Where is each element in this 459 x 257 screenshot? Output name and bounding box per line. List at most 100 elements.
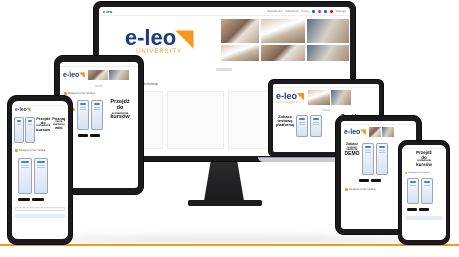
tablet-section-title: Dostępne przez Infolinię xyxy=(60,89,138,98)
tablet-hero-logo-block: e-leo◥ xyxy=(63,72,85,79)
google-play-button[interactable] xyxy=(407,207,417,211)
phone-mockup-image xyxy=(25,117,35,143)
laptop-hero: e-leo◥ UNIVERSITY xyxy=(273,88,379,107)
phone-wiki-promo[interactable]: Poznaj naszą skarbnicę wiki xyxy=(52,116,67,143)
collage-photo xyxy=(307,45,349,61)
promo-text: kursów xyxy=(36,127,51,132)
phone-mockup-image xyxy=(362,143,374,175)
monitor-pagination xyxy=(216,68,232,71)
collage-photo xyxy=(307,19,349,43)
phone-r-store-buttons xyxy=(402,206,446,213)
google-play-button[interactable] xyxy=(18,198,30,201)
monitor-nav-logo[interactable]: e-leo xyxy=(103,9,112,14)
promo-text: platformę xyxy=(276,122,295,128)
google-play-button[interactable] xyxy=(359,179,369,182)
tablet-courses-promo[interactable]: Przejdź do zestawienia kursów xyxy=(105,99,135,130)
collage-photo xyxy=(87,70,108,80)
phone-mockup-image xyxy=(407,177,419,204)
tablet-r-demo-promo[interactable]: Zobacz testową platformę DEMO xyxy=(344,142,360,175)
laptop-logo-text: e-leo xyxy=(276,90,298,101)
tablet-section-title-text: Dostępne przez Infolinię xyxy=(68,92,95,95)
phone-mockup-image xyxy=(421,177,433,204)
phone-mockup-image xyxy=(310,115,322,137)
tablet-r-logo-text: e-leo xyxy=(344,128,361,136)
collage-photo xyxy=(261,19,305,43)
monitor-stand xyxy=(203,162,245,202)
monitor-nav-item[interactable]: Kursy xyxy=(301,9,309,13)
phone-r-courses-promo[interactable]: Przejdź do zestawienia kursów xyxy=(404,150,444,168)
phone-r-mock-row xyxy=(402,176,446,206)
social-icon[interactable] xyxy=(318,9,322,13)
phone-chat-pill[interactable] xyxy=(15,214,65,218)
hero-logo: e-leo◥ xyxy=(125,27,193,49)
google-play-button[interactable] xyxy=(78,134,88,137)
hero-logo-subtitle: UNIVERSITY xyxy=(135,49,182,55)
phone-mockup-image xyxy=(376,143,388,175)
phone-screen: e-leo◥ Przejdź do zestawienia kursów Poz… xyxy=(12,101,68,239)
note-icon xyxy=(345,188,348,191)
phone-input-field[interactable] xyxy=(15,207,65,211)
footer-accent-line xyxy=(0,244,459,246)
note-icon xyxy=(405,171,407,174)
promo-card[interactable] xyxy=(167,91,224,149)
phone-mockup-image xyxy=(296,115,308,137)
phone-mock-row xyxy=(12,156,68,196)
app-store-button[interactable] xyxy=(371,179,381,182)
smartphone-right: Przejdź do zestawienia kursów Dostępne p… xyxy=(398,140,450,245)
phone-r-chat-pill[interactable] xyxy=(405,215,443,220)
tablet-r-logo: e-leo◥ xyxy=(344,129,366,136)
phone-r-promo: Przejdź do zestawienia kursów xyxy=(402,149,446,170)
collage-photo xyxy=(261,45,305,61)
promo-text: kursów xyxy=(110,113,130,120)
phone-mockup-image xyxy=(91,100,103,130)
smartphone: e-leo◥ Przejdź do zestawienia kursów Poz… xyxy=(7,95,73,245)
phone-mockup-image xyxy=(77,100,89,130)
phone-courses-promo[interactable]: Przejdź do zestawienia kursów xyxy=(36,116,51,143)
tablet-r-hero: e-leo◥ xyxy=(341,125,416,139)
cursor-arrow-icon: ◥ xyxy=(79,71,85,79)
monitor-hero-collage xyxy=(219,16,350,66)
tablet-logo: e-leo◥ xyxy=(63,72,85,79)
phone-section-title-text: Dostępne przez Infolinię xyxy=(19,149,46,152)
collage-photo xyxy=(221,19,259,43)
laptop-logo-subtitle: UNIVERSITY xyxy=(276,100,302,104)
collage-photo xyxy=(307,90,330,105)
monitor-nav-item[interactable]: Aktualności xyxy=(267,9,282,13)
social-icon[interactable] xyxy=(324,9,328,13)
phone-promo-row: Przejdź do zestawienia kursów Poznaj nas… xyxy=(12,115,68,145)
monitor-nav-item[interactable]: Szkolenia xyxy=(285,9,298,13)
collage-photo xyxy=(330,90,351,105)
collage-photo xyxy=(368,127,381,137)
tablet-hero: e-leo◥ xyxy=(60,67,138,83)
laptop-logo: e-leo◥ xyxy=(276,90,304,101)
promo-text: kursów xyxy=(416,162,432,168)
tablet-logo-text: e-leo xyxy=(63,71,80,79)
phone-mockup-image xyxy=(14,117,24,143)
app-store-button[interactable] xyxy=(32,198,44,201)
laptop-demo-promo[interactable]: Zobacz testową platformę xyxy=(276,114,295,137)
cursor-arrow-icon: ◥ xyxy=(360,128,366,136)
phone-hero: e-leo◥ xyxy=(12,106,68,115)
phone-mockup-image xyxy=(18,158,32,194)
tablet-pagination xyxy=(95,85,103,87)
phone-store-buttons xyxy=(12,196,68,203)
phone-section-title: Dostępne przez Infolinię xyxy=(12,145,68,156)
promo-text: wiki xyxy=(54,125,63,131)
promo-text: DEMO xyxy=(344,150,360,157)
social-icon[interactable] xyxy=(312,9,316,13)
collage-photo xyxy=(108,70,129,80)
hero-logo-text: e-leo xyxy=(124,25,177,50)
app-store-button[interactable] xyxy=(90,134,100,137)
laptop-hero-logo-block: e-leo◥ UNIVERSITY xyxy=(276,90,304,104)
laptop-pagination xyxy=(322,109,330,111)
monitor-login-link[interactable]: Zaloguj xyxy=(336,9,346,13)
phone-r-screen: Przejdź do zestawienia kursów Dostępne p… xyxy=(402,145,446,240)
collage-photo xyxy=(221,45,259,61)
social-icon[interactable] xyxy=(330,9,334,13)
note-icon xyxy=(15,149,18,152)
cursor-arrow-icon: ◥ xyxy=(297,90,304,101)
app-store-button[interactable] xyxy=(419,207,429,211)
monitor-nav-logo-text: e-leo xyxy=(103,8,113,14)
phone-mockup-image xyxy=(34,158,48,194)
monitor-navbar: e-leo Aktualności Szkolenia Kursy Zalogu… xyxy=(99,7,350,16)
